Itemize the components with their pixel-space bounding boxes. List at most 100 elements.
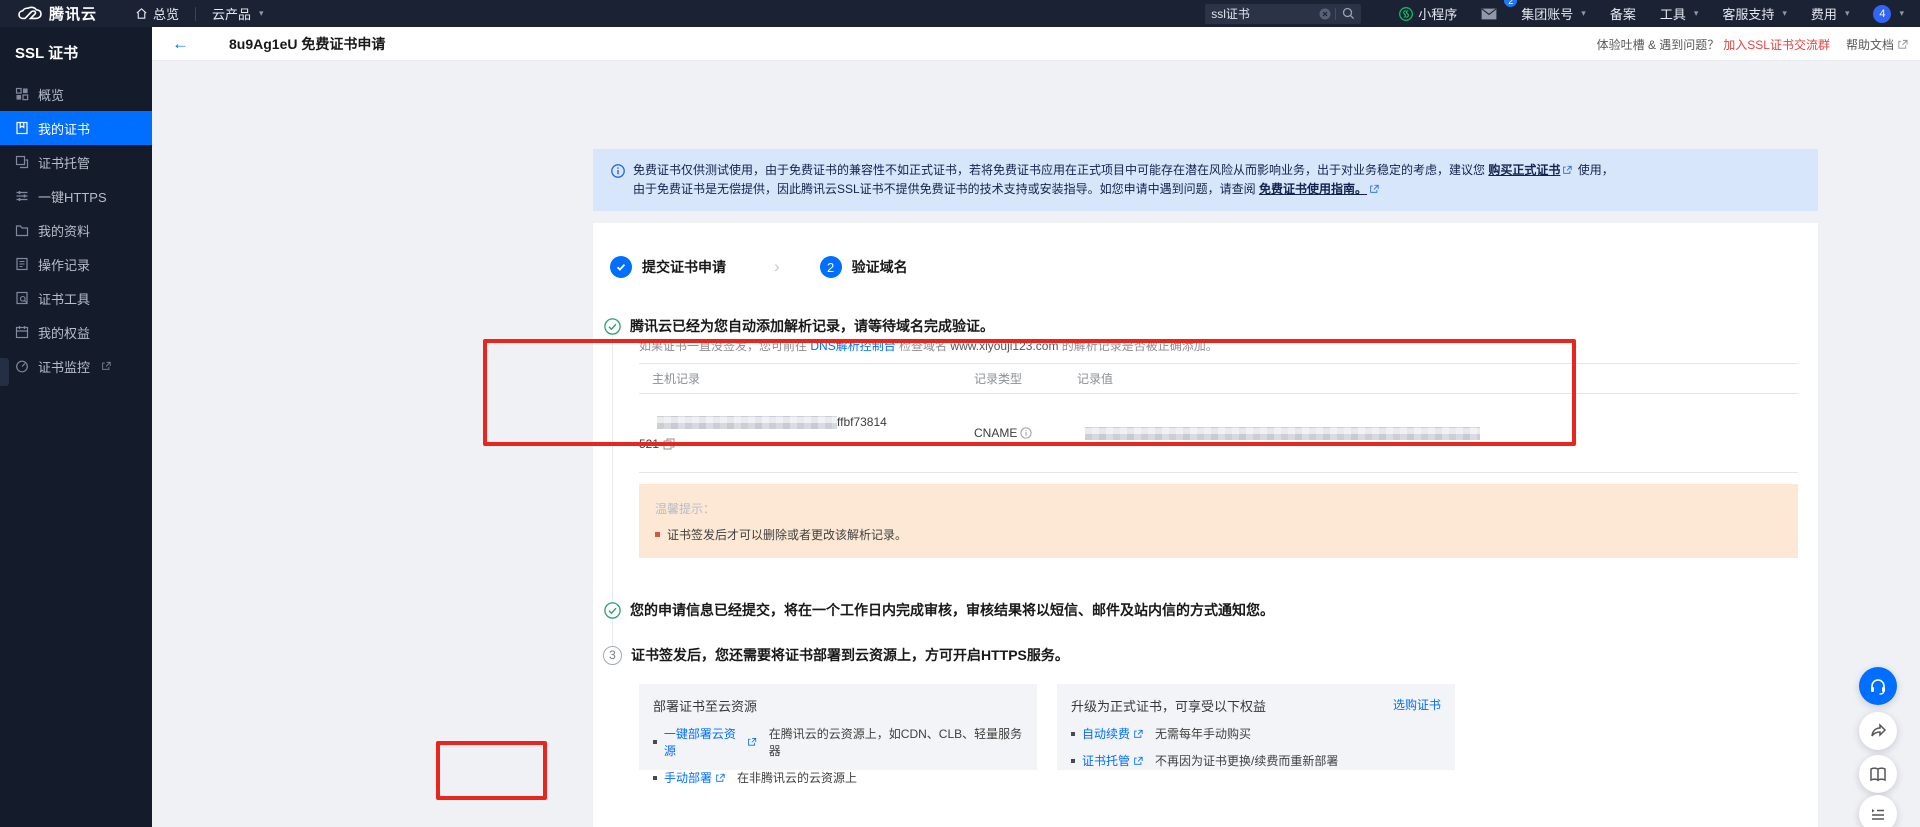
hint-text: 的解析记录是否被正确添加。	[1062, 339, 1218, 353]
dns-console-link[interactable]: DNS解析控制台	[810, 339, 895, 353]
upgrade-card: 升级为正式证书，可享受以下权益 选购证书 自动续费 无需每年手动购买 证书托管 …	[1057, 684, 1455, 770]
upgrade-card-title: 升级为正式证书，可享受以下权益	[1071, 696, 1441, 715]
search-input[interactable]	[1211, 7, 1319, 21]
nav-support-label: 客服支持	[1722, 4, 1774, 23]
check-circle-icon	[604, 602, 621, 619]
nav-divider	[195, 7, 196, 21]
nav-overview[interactable]: 总览	[123, 0, 191, 27]
nav-billing-label: 费用	[1811, 4, 1837, 23]
hint-text: 检查域名	[899, 339, 947, 353]
banner-line2: 由于免费证书是无偿提供，因此腾讯云SSL证书不提供免费证书的技术支持或安装指导。…	[633, 182, 1256, 196]
chevron-down-icon: ▾	[1694, 8, 1699, 19]
clear-search-icon[interactable]	[1319, 8, 1331, 20]
buy-cert-link[interactable]: 购买正式证书	[1488, 163, 1560, 177]
chevron-down-icon: ▾	[1782, 8, 1787, 19]
sidebar-item-label: 证书托管	[38, 153, 90, 172]
link-label: 手动部署	[664, 769, 712, 786]
info-icon[interactable]	[1020, 427, 1032, 439]
nav-messages[interactable]: 2	[1469, 0, 1509, 27]
record-type-cell: CNAME	[974, 426, 1077, 440]
chevron-down-icon: ▾	[1581, 8, 1586, 19]
sidebar-item-cert-monitor[interactable]: 证书监控	[0, 349, 152, 383]
nav-tools[interactable]: 工具 ▾	[1648, 0, 1711, 27]
sidebar-collapse-handle[interactable]	[0, 358, 9, 386]
external-link-icon	[1897, 39, 1908, 50]
back-arrow-icon[interactable]: ←	[172, 35, 189, 52]
one-click-deploy-link[interactable]: 一键部署云资源	[664, 725, 757, 759]
section1-title: 腾讯云已经为您自动添加解析记录，请等待域名完成验证。	[630, 316, 994, 336]
tencent-cloud-logo[interactable]: 腾讯云	[18, 3, 97, 24]
col-value: 记录值	[1077, 370, 1798, 387]
cloud-logo-icon	[18, 5, 42, 22]
free-cert-guide-link[interactable]: 免费证书使用指南。	[1259, 182, 1367, 196]
sidebar-item-my-certificates[interactable]: 我的证书	[0, 111, 152, 145]
sidebar-item-overview[interactable]: 概览	[0, 77, 152, 111]
external-link-icon	[1133, 729, 1143, 739]
sidebar-item-cert-hosting[interactable]: 证书托管	[0, 145, 152, 179]
upgrade-desc: 无需每年手动购买	[1155, 725, 1251, 742]
copy-icon[interactable]	[663, 438, 675, 450]
col-host: 主机记录	[639, 370, 974, 387]
record-type: CNAME	[974, 426, 1017, 440]
chevron-down-icon: ▾	[1899, 8, 1904, 19]
avatar[interactable]: 4	[1873, 5, 1891, 23]
dns-hint: 如果证书一直没签发，您可前往 DNS解析控制台 检查域名 www.xiyouji…	[639, 337, 1218, 354]
nav-icp[interactable]: 备案	[1598, 0, 1648, 27]
sidebar-nav: 概览 我的证书 证书托管 一键HTTPS 我的资料 操作记录 证书工具 我的权	[0, 77, 152, 383]
dns-record-table: 主机记录 记录类型 记录值 ffbf73814 521	[639, 363, 1798, 473]
info-icon	[611, 161, 625, 199]
certificate-icon	[15, 121, 29, 135]
nav-account[interactable]: 4 ▾	[1861, 0, 1920, 27]
sidebar-item-one-click-https[interactable]: 一键HTTPS	[0, 179, 152, 213]
cert-hosting-link[interactable]: 证书托管	[1082, 752, 1143, 769]
nav-mini-program[interactable]: 小程序	[1387, 0, 1469, 27]
nav-products[interactable]: 云产品 ▾	[200, 0, 276, 27]
sidebar-item-my-profile[interactable]: 我的资料	[0, 213, 152, 247]
docs-float-button[interactable]	[1859, 755, 1897, 793]
deploy-card-title: 部署证书至云资源	[653, 696, 1023, 715]
headset-icon	[1868, 676, 1888, 696]
sidebar-item-label: 概览	[38, 85, 64, 104]
page-header: ← 8u9Ag1eU 免费证书申请 体验吐槽 & 遇到问题？ 加入SSL证书交流…	[152, 27, 1920, 61]
step1-label: 提交证书申请	[642, 257, 726, 277]
bullet-dot	[655, 532, 660, 537]
banner-line1: 免费证书仅供测试使用，由于免费证书的兼容性不如正式证书，若将免费证书应用在正式项…	[633, 163, 1485, 177]
sidebar-item-operation-log[interactable]: 操作记录	[0, 247, 152, 281]
nav-support[interactable]: 客服支持 ▾	[1710, 0, 1799, 27]
help-doc-label: 帮助文档	[1846, 36, 1894, 53]
record-value-cell	[1077, 426, 1798, 440]
book-icon	[1868, 764, 1888, 784]
share-float-button[interactable]	[1859, 712, 1897, 750]
join-group-link[interactable]: 加入SSL证书交流群	[1723, 36, 1830, 53]
feedback-text: 体验吐槽 & 遇到问题？	[1597, 36, 1720, 53]
nav-group-account[interactable]: 集团账号 ▾	[1509, 0, 1598, 27]
gauge-icon	[15, 359, 29, 373]
support-float-button[interactable]	[1859, 667, 1897, 705]
page-title: 8u9Ag1eU 免费证书申请	[229, 34, 385, 54]
manual-deploy-link[interactable]: 手动部署	[664, 769, 725, 786]
buy-cert-action-link[interactable]: 选购证书	[1393, 696, 1441, 713]
help-doc-link[interactable]: 帮助文档	[1846, 36, 1908, 53]
external-link-icon	[1369, 184, 1379, 194]
banner-text: 免费证书仅供测试使用，由于免费证书的兼容性不如正式证书，若将免费证书应用在正式项…	[633, 161, 1614, 199]
search-divider	[1335, 8, 1336, 20]
external-link-icon	[101, 361, 111, 371]
auto-renew-link[interactable]: 自动续费	[1082, 725, 1143, 742]
sidebar-item-cert-tools[interactable]: 证书工具	[0, 281, 152, 315]
external-link-icon	[715, 773, 725, 783]
hosting-icon	[15, 155, 29, 169]
bullet-dot	[1071, 759, 1075, 763]
nav-search[interactable]	[1205, 4, 1361, 24]
link-label: 证书托管	[1082, 752, 1130, 769]
sidebar-item-my-benefits[interactable]: 我的权益	[0, 315, 152, 349]
search-icon[interactable]	[1342, 7, 1355, 20]
upgrade-desc: 不再因为证书更换/续费而重新部署	[1155, 752, 1338, 769]
nav-billing[interactable]: 费用 ▾	[1799, 0, 1862, 27]
section2-title: 您的申请信息已经提交，将在一个工作日内完成审核，审核结果将以短信、邮件及站内信的…	[630, 600, 1274, 620]
document-list-icon	[15, 257, 29, 271]
external-link-icon	[747, 737, 757, 747]
section1-header: 腾讯云已经为您自动添加解析记录，请等待域名完成验证。	[604, 316, 994, 336]
external-link-icon	[1133, 756, 1143, 766]
table-header-row: 主机记录 记录类型 记录值	[639, 363, 1798, 394]
survey-float-button[interactable]	[1859, 795, 1897, 827]
